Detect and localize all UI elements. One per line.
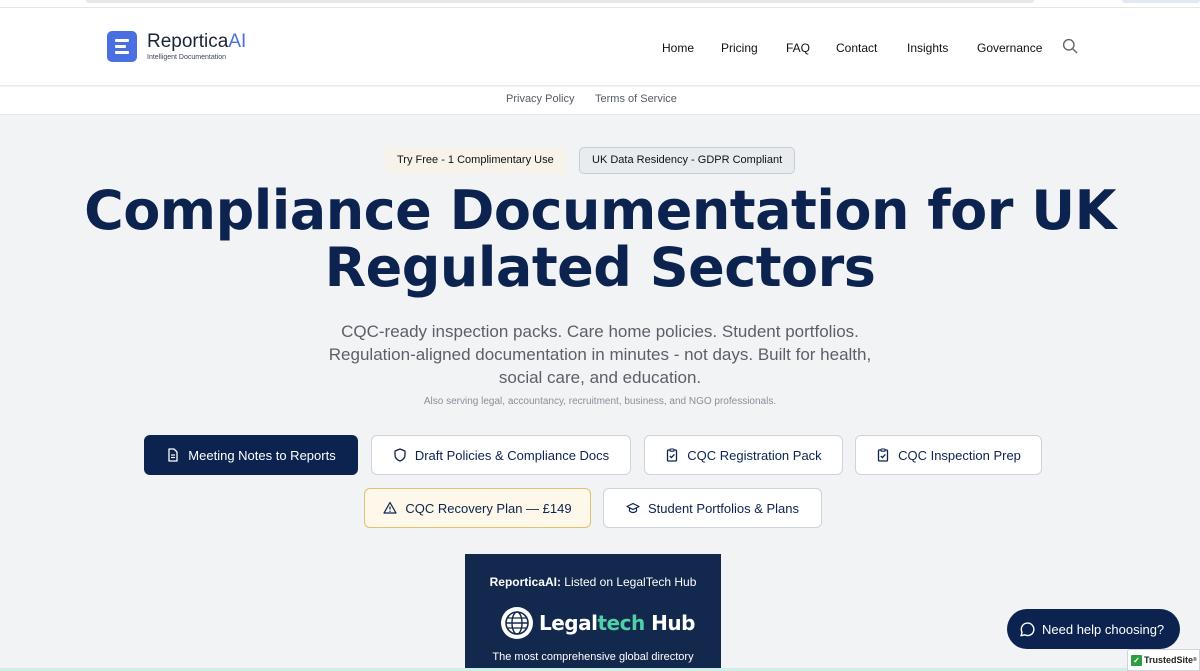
warning-triangle-icon <box>383 501 398 514</box>
meeting-notes-button[interactable]: Meeting Notes to Reports <box>144 435 358 475</box>
cqc-recovery-label: CQC Recovery Plan — £149 <box>405 500 572 516</box>
nav-governance[interactable]: Governance <box>977 40 1042 56</box>
main-nav: Home Pricing FAQ Contact Insights Govern… <box>0 40 1200 56</box>
draft-policies-button[interactable]: Draft Policies & Compliance Docs <box>371 435 631 475</box>
toolbar-pill-edge <box>1122 0 1200 3</box>
graduation-cap-icon <box>626 502 640 514</box>
cqc-registration-label: CQC Registration Pack <box>687 447 822 463</box>
document-icon <box>168 448 178 462</box>
also-serving-text: Also serving legal, accountancy, recruit… <box>423 396 777 407</box>
shield-icon <box>394 448 406 462</box>
draft-policies-label: Draft Policies & Compliance Docs <box>414 447 610 463</box>
cqc-registration-button[interactable]: CQC Registration Pack <box>644 435 843 475</box>
clipboard-check-icon <box>877 448 889 462</box>
cqc-inspection-button[interactable]: CQC Inspection Prep <box>855 435 1042 475</box>
legaltech-description: The most comprehensive global directory <box>492 651 694 663</box>
hero-headline-line2: Regulated Sectors <box>324 236 876 299</box>
hero-headline-line1: Compliance Documentation for UK <box>84 179 1116 242</box>
cqc-recovery-button[interactable]: CQC Recovery Plan — £149 <box>364 488 591 528</box>
need-help-button[interactable]: Need help choosing? <box>1007 609 1180 649</box>
hero-lead-line1: CQC-ready inspection packs. Care home po… <box>341 322 859 341</box>
legaltech-hub-card[interactable]: ReporticaAI: Listed on LegalTech Hub Leg… <box>465 554 721 671</box>
nav-pricing[interactable]: Pricing <box>721 40 758 56</box>
trustedsite-label: TrustedSite <box>1144 655 1194 665</box>
meeting-notes-label: Meeting Notes to Reports <box>188 447 336 463</box>
free-trial-badge: Try Free - 1 Complimentary Use <box>385 147 566 174</box>
hero-lead: CQC-ready inspection packs. Care home po… <box>0 320 1200 389</box>
site-header: ReporticaAI Intelligent Documentation Ho… <box>0 8 1200 86</box>
need-help-label: Need help choosing? <box>1042 621 1165 637</box>
legaltech-listing-text: ReporticaAI: Listed on LegalTech Hub <box>489 575 697 589</box>
privacy-policy-link[interactable]: Privacy Policy <box>506 93 574 105</box>
address-bar-edge <box>86 0 1034 3</box>
nav-faq[interactable]: FAQ <box>786 40 810 56</box>
registered-mark: ® <box>1193 657 1197 663</box>
clipboard-check-icon <box>667 448 678 462</box>
legaltech-hub-name: Legaltech Hub <box>539 611 695 635</box>
cqc-inspection-label: CQC Inspection Prep <box>898 447 1021 463</box>
secondary-nav: Privacy Policy Terms of Service <box>0 87 1200 115</box>
hero-lead-line3: social care, and education. <box>498 368 702 387</box>
terms-of-service-link[interactable]: Terms of Service <box>595 93 677 105</box>
nav-home[interactable]: Home <box>662 40 694 56</box>
legaltech-hub-logo: Legaltech Hub <box>501 607 695 639</box>
student-portfolios-label: Student Portfolios & Plans <box>647 500 800 516</box>
hero-lead-line2: Regulation-aligned documentation in minu… <box>328 345 872 364</box>
gdpr-badge: UK Data Residency - GDPR Compliant <box>579 147 796 174</box>
check-icon: ✓ <box>1131 654 1142 666</box>
chat-bubble-icon <box>1020 621 1035 636</box>
search-icon[interactable] <box>1062 38 1078 54</box>
student-portfolios-button[interactable]: Student Portfolios & Plans <box>603 488 822 528</box>
globe-icon <box>501 607 533 639</box>
browser-top-strip <box>0 0 1200 8</box>
nav-insights[interactable]: Insights <box>907 40 948 56</box>
trustedsite-badge[interactable]: ✓ TrustedSite ® <box>1127 649 1200 671</box>
hero-headline: Compliance Documentation for UK Regulate… <box>0 182 1200 296</box>
nav-contact[interactable]: Contact <box>836 40 877 56</box>
